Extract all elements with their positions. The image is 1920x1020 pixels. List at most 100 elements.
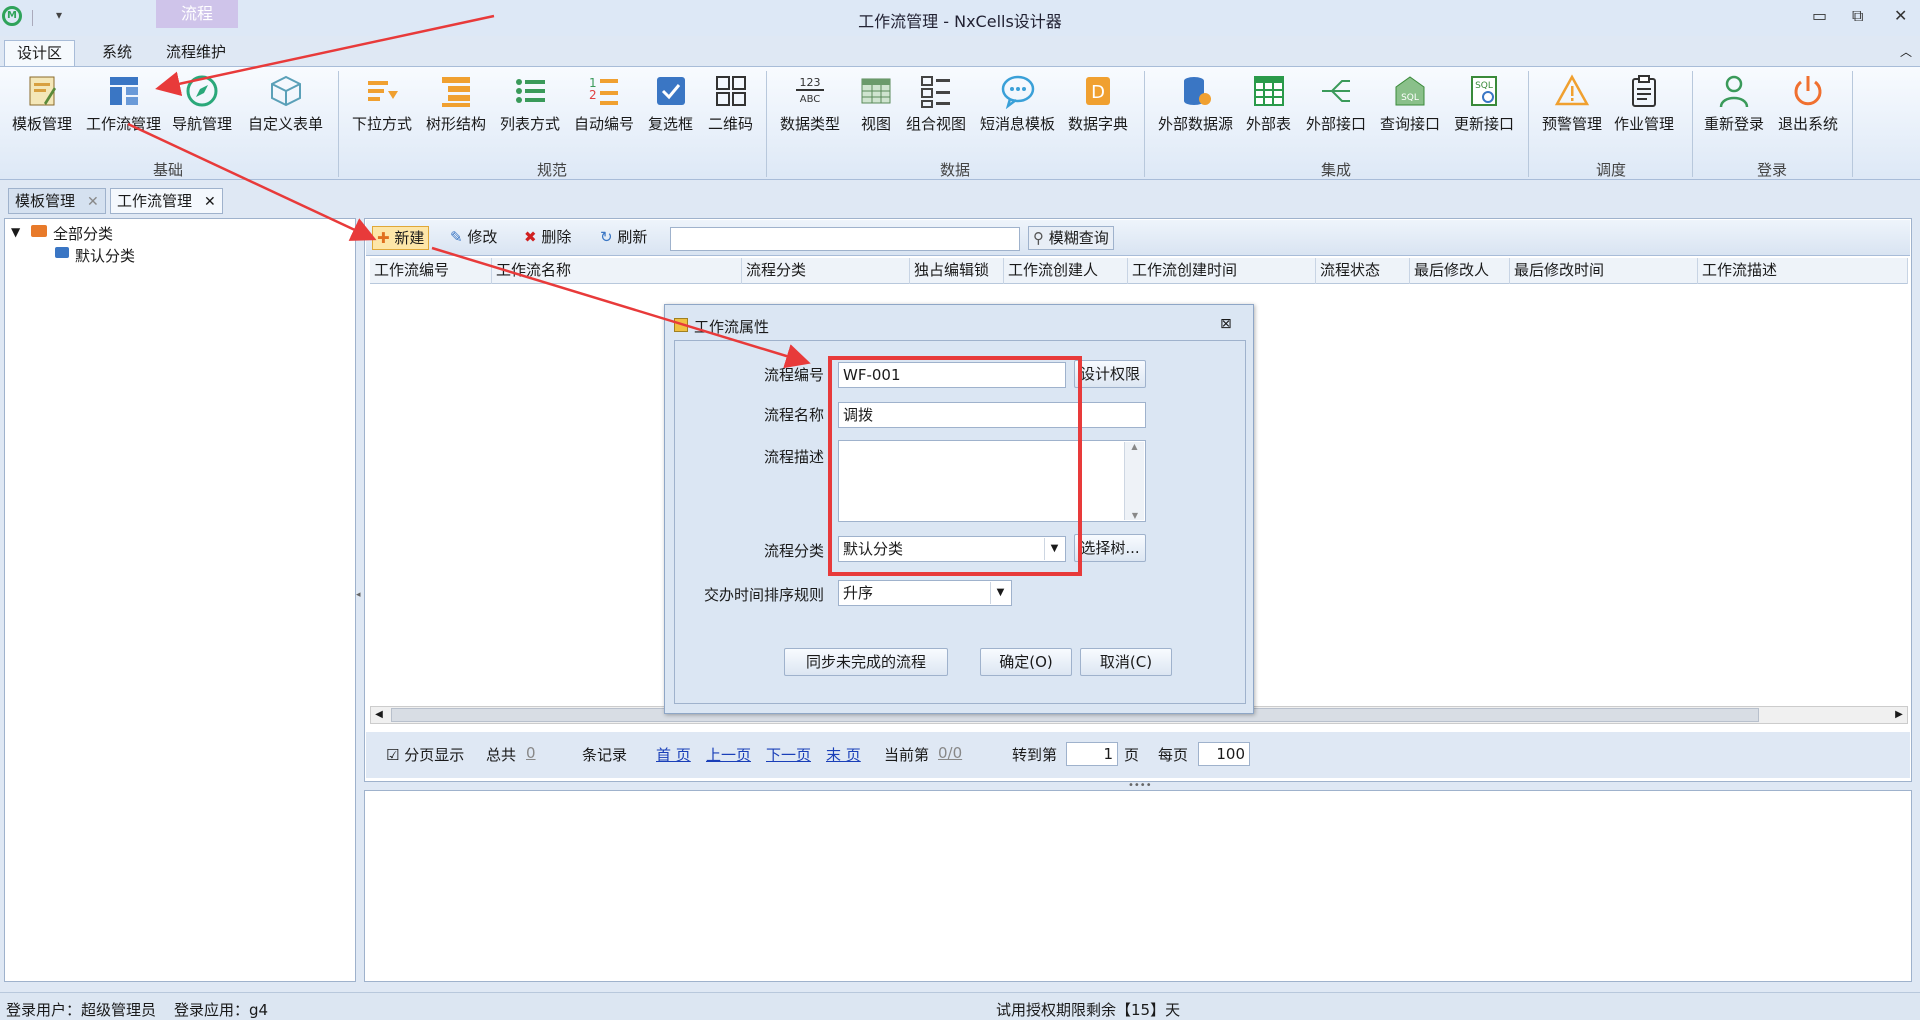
prev-page-link[interactable]: 上一页	[706, 744, 751, 765]
tree-node-root[interactable]: 全部分类	[53, 223, 113, 244]
auto-number-button[interactable]: 12 自动编号	[574, 73, 634, 134]
total-count: 0	[526, 744, 536, 762]
refresh-button[interactable]: ↻ 刷新	[596, 226, 651, 250]
numbered-list-icon: 12	[589, 76, 618, 105]
data-type-button[interactable]: 123 ABC 数据类型	[780, 73, 840, 134]
restore-icon[interactable]: ⧉	[1852, 6, 1863, 26]
column-header[interactable]: 工作流名称	[492, 258, 742, 284]
doc-tab-template[interactable]: 模板管理 ✕	[8, 188, 106, 214]
dialog-title: 工作流属性	[694, 318, 770, 336]
external-interface-button[interactable]: 外部接口	[1306, 73, 1366, 134]
column-header[interactable]: 独占编辑锁	[910, 258, 1004, 284]
doc-tab-workflow[interactable]: 工作流管理 ✕	[110, 188, 223, 214]
combined-view-button[interactable]: 组合视图	[906, 73, 966, 134]
description-label: 流程描述	[763, 448, 824, 466]
sort-rule-select[interactable]: 升序	[838, 580, 1012, 606]
relogin-button[interactable]: 重新登录	[1704, 73, 1764, 134]
column-header[interactable]: 最后修改时间	[1510, 258, 1698, 284]
external-table-button[interactable]: 外部表	[1246, 73, 1291, 134]
folder-icon	[55, 247, 69, 258]
delete-button[interactable]: ✖ 删除	[520, 226, 575, 250]
grid-table-icon	[1253, 76, 1284, 106]
group-separator	[766, 71, 767, 177]
workflow-icon	[109, 77, 138, 105]
qrcode-button[interactable]: 二维码	[708, 73, 753, 134]
document-tab-bar: 模板管理 ✕ 工作流管理 ✕	[0, 186, 1920, 216]
column-header[interactable]: 工作流描述	[1698, 258, 1908, 284]
view-button[interactable]: 视图	[858, 73, 894, 134]
svg-text:ABC: ABC	[800, 94, 821, 105]
navigation-manage-button[interactable]: 导航管理	[172, 73, 232, 134]
group-separator	[1692, 71, 1693, 177]
template-manage-button[interactable]: 模板管理	[12, 73, 72, 134]
dropdown-mode-button[interactable]: 下拉方式	[352, 73, 412, 134]
column-header[interactable]: 工作流编号	[370, 258, 492, 284]
collapse-ribbon-icon[interactable]: ︿	[1888, 40, 1920, 66]
textarea-scrollbar[interactable]: ▲ ▼	[1124, 442, 1144, 520]
update-interface-button[interactable]: SQL 更新接口	[1454, 73, 1514, 134]
exit-system-button[interactable]: 退出系统	[1778, 73, 1838, 134]
column-header[interactable]: 流程状态	[1316, 258, 1410, 284]
paged-checkbox[interactable]: ☑ 分页显示	[386, 744, 464, 765]
group-separator	[338, 71, 339, 177]
workflow-manage-button[interactable]: 工作流管理	[86, 73, 161, 134]
custom-form-button[interactable]: 自定义表单	[248, 73, 323, 134]
edit-label: 修改	[467, 228, 498, 246]
per-page-input[interactable]: 100	[1198, 742, 1250, 766]
cancel-button[interactable]: 取消(C)	[1080, 648, 1172, 676]
group-label-integration: 集成	[1320, 161, 1351, 179]
alert-manage-button[interactable]: 预警管理	[1542, 73, 1602, 134]
edit-button[interactable]: ✎ 修改	[446, 226, 501, 250]
fuzzy-search-button[interactable]: ⚲ 模糊查询	[1028, 226, 1114, 250]
close-tab-icon[interactable]: ✕	[87, 194, 99, 210]
goto-page-input[interactable]: 1	[1066, 742, 1118, 766]
column-header[interactable]: 工作流创建时间	[1128, 258, 1316, 284]
new-button[interactable]: ✚ 新建	[372, 226, 430, 250]
data-dictionary-label: 数据字典	[1068, 115, 1129, 133]
tree-structure-button[interactable]: 树形结构	[426, 73, 486, 134]
last-page-link[interactable]: 末 页	[826, 744, 861, 765]
name-label: 流程名称	[763, 406, 824, 424]
dialog-close-icon[interactable]: ⊠	[1220, 316, 1232, 332]
qrcode-label: 二维码	[708, 115, 754, 133]
job-manage-button[interactable]: 作业管理	[1614, 73, 1674, 134]
scroll-right-icon[interactable]: ▶	[1891, 707, 1907, 723]
close-window-icon[interactable]: ✕	[1894, 6, 1907, 25]
checkbox-button[interactable]: 复选框	[648, 73, 693, 134]
delete-label: 删除	[541, 228, 572, 246]
first-page-link[interactable]: 首 页	[656, 744, 691, 765]
minimize-icon[interactable]: ▭	[1812, 6, 1827, 25]
highlight-box	[828, 356, 1082, 576]
tab-design[interactable]: 设计区	[4, 40, 76, 66]
sync-unfinished-button[interactable]: 同步未完成的流程	[784, 648, 948, 676]
next-page-link[interactable]: 下一页	[766, 744, 811, 765]
design-permission-button[interactable]: 设计权限	[1074, 360, 1146, 388]
select-tree-button[interactable]: 选择树...	[1074, 534, 1146, 562]
data-type-label: 数据类型	[780, 115, 841, 133]
scroll-left-icon[interactable]: ◀	[371, 707, 387, 723]
alert-manage-label: 预警管理	[1542, 115, 1603, 133]
tab-process-maintenance[interactable]: 流程维护	[154, 40, 238, 66]
sql-gear-icon: SQL	[1471, 76, 1497, 106]
tab-system[interactable]: 系统	[90, 40, 144, 66]
scroll-down-icon[interactable]: ▼	[1125, 511, 1145, 520]
column-header[interactable]: 工作流创建人	[1004, 258, 1128, 284]
navigation-manage-label: 导航管理	[172, 115, 233, 133]
search-input[interactable]	[670, 227, 1020, 251]
scroll-up-icon[interactable]: ▲	[1125, 442, 1144, 451]
tree-expand-icon[interactable]: ▼	[11, 225, 20, 239]
close-tab-icon[interactable]: ✕	[204, 194, 216, 210]
column-header[interactable]: 流程分类	[742, 258, 910, 284]
column-header[interactable]: 最后修改人	[1410, 258, 1510, 284]
tree-node-default[interactable]: 默认分类	[75, 245, 135, 266]
data-dictionary-button[interactable]: D 数据字典	[1068, 73, 1128, 134]
paged-label: 分页显示	[404, 746, 465, 764]
workflow-manage-label: 工作流管理	[86, 115, 162, 133]
sms-template-button[interactable]: 短消息模板	[980, 73, 1055, 134]
list-mode-button[interactable]: 列表方式	[500, 73, 560, 134]
ok-button[interactable]: 确定(O)	[980, 648, 1072, 676]
chevron-down-icon[interactable]: ▼	[990, 582, 1010, 604]
query-interface-button[interactable]: SQL 查询接口	[1380, 73, 1440, 134]
panel-collapse-icon[interactable]: ◂	[356, 590, 361, 600]
external-datasource-button[interactable]: 外部数据源	[1158, 73, 1233, 134]
